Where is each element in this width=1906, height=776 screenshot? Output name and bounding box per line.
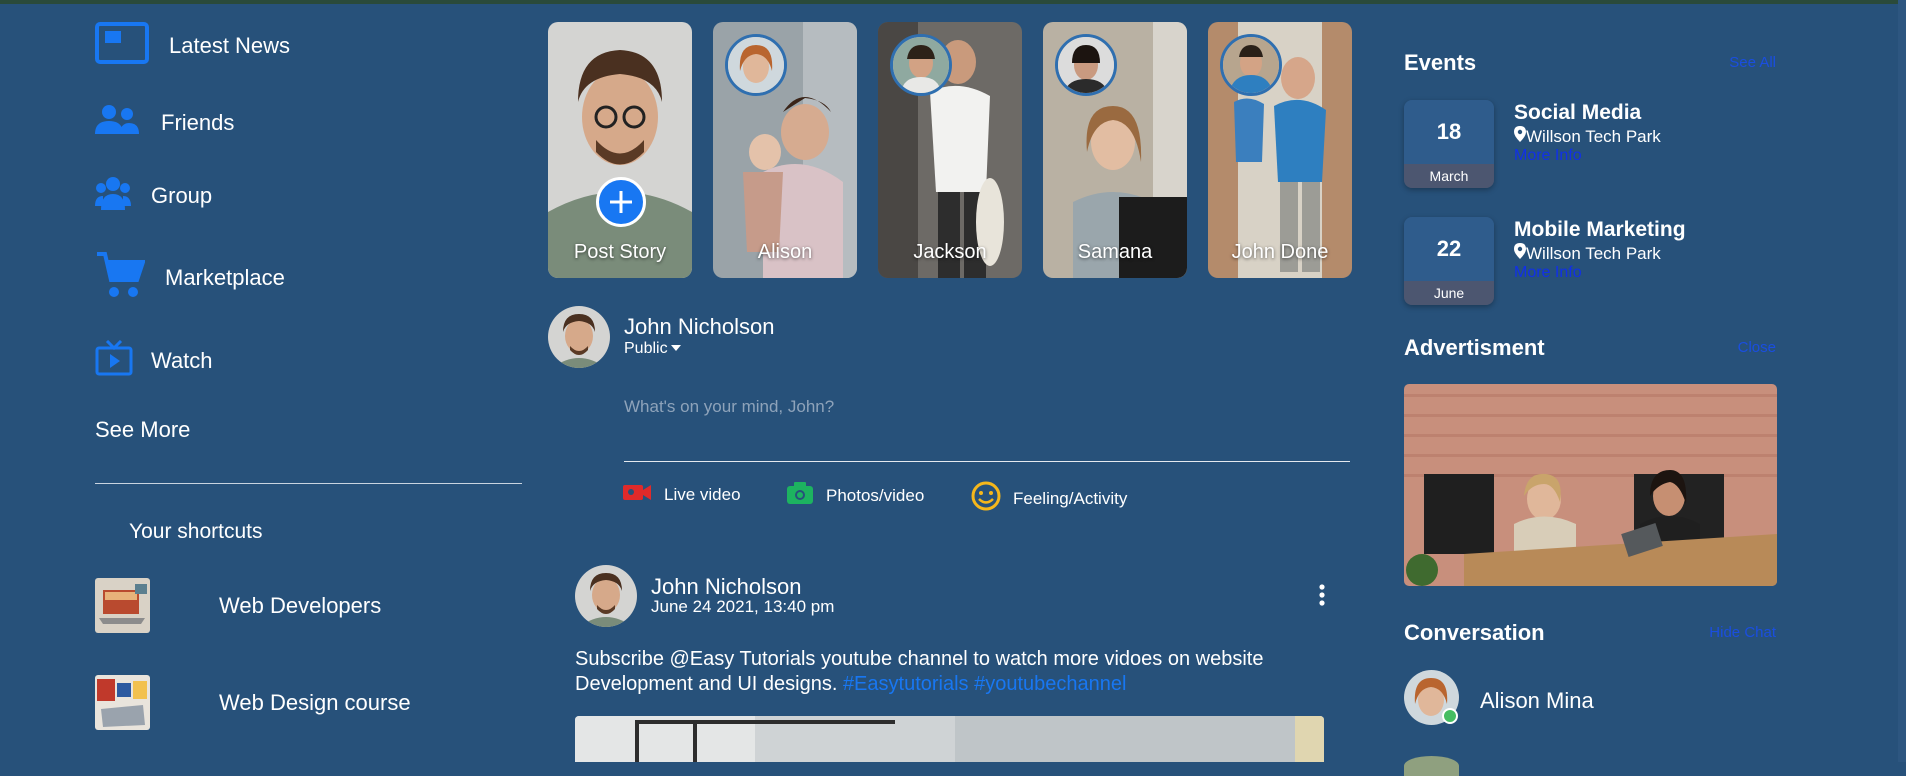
post-input[interactable] [624,392,1350,462]
sidebar-item-label: Group [151,182,213,208]
left-sidebar: Latest News Friends Group Marketplace Wa… [95,0,523,762]
sidebar-item-friends[interactable]: Friends [95,104,234,141]
shortcuts-heading: Your shortcuts [129,520,263,543]
advertisement-image[interactable] [1404,384,1777,586]
shortcut-label: Web Design course [219,689,411,715]
post-date: June 24 2021, 13:40 pm [651,597,835,616]
event-day: 18 [1404,100,1494,164]
story-alison[interactable]: Alison [713,22,857,278]
post-hashtags[interactable]: #Easytutorials #youtubechannel [843,673,1127,695]
story-avatar [1220,34,1282,96]
friends-icon [95,104,139,141]
story-avatar [1055,34,1117,96]
story-name: Alison [757,241,813,263]
story-jackson[interactable]: Jackson [878,22,1022,278]
sidebar-divider [95,483,522,484]
shortcut-thumbnail [95,675,150,730]
story-name: Samana [1077,241,1153,263]
hide-chat-link[interactable]: Hide Chat [1709,624,1776,641]
map-pin-icon [1514,126,1526,147]
smiley-icon [971,481,1001,516]
event-location: Willson Tech Park [1514,243,1661,264]
sidebar-item-watch[interactable]: Watch [95,339,213,381]
action-label: Feeling/Activity [1013,488,1128,508]
add-story-icon[interactable] [596,177,646,227]
story-image [548,22,692,278]
caret-down-icon [670,340,682,358]
conversation-heading: Conversation [1404,620,1545,645]
event-title: Social Media [1514,101,1642,124]
photos-video-button[interactable]: Photos/video [786,481,924,510]
story-samana[interactable]: Samana [1043,22,1187,278]
event-location: Willson Tech Park [1514,126,1661,147]
see-more-link[interactable]: See More [95,417,190,443]
post-body: Subscribe @Easy Tutorials youtube channe… [575,647,1355,697]
action-label: Photos/video [826,485,925,505]
close-ad-link[interactable]: Close [1738,339,1776,356]
contact-name[interactable]: Alison Mina [1480,688,1594,714]
composer-user-name: John Nicholson [624,314,775,339]
events-heading: Events [1404,50,1477,75]
camera-icon [786,481,814,510]
live-video-button[interactable]: Live video [622,481,741,508]
live-video-icon [622,481,652,508]
privacy-selector[interactable]: Public [624,340,682,358]
page-scrollbar[interactable] [1898,0,1906,762]
event-month: June [1404,281,1494,305]
story-name: Jackson [913,241,987,263]
news-icon [95,22,149,69]
story-name: John Done [1231,241,1329,263]
sidebar-item-label: Watch [151,347,213,373]
story-post-story[interactable]: Post Story [548,22,692,278]
sidebar-item-latest-news[interactable]: Latest News [95,22,290,69]
event-title: Mobile Marketing [1514,218,1686,241]
event-more-info-link[interactable]: More Info [1514,147,1582,165]
story-name: Post Story [573,241,667,263]
event-date-badge: 18 March [1404,100,1494,188]
post-image[interactable] [575,716,1324,762]
contact-avatar[interactable] [1404,756,1459,776]
story-john-done[interactable]: John Done [1208,22,1352,278]
online-status-indicator [1442,708,1458,724]
story-avatar [725,34,787,96]
event-month: March [1404,164,1494,188]
event-location-text: Willson Tech Park [1526,126,1661,146]
shortcut-thumbnail [95,578,150,633]
event-more-info-link[interactable]: More Info [1514,264,1582,282]
more-options-icon[interactable] [1312,583,1332,609]
group-icon [95,176,131,215]
cart-icon [95,250,146,305]
action-label: Live video [664,484,741,504]
sidebar-item-group[interactable]: Group [95,176,212,215]
sidebar-item-label: Friends [161,109,235,135]
story-avatar [890,34,952,96]
event-location-text: Willson Tech Park [1526,243,1661,263]
advertisement-heading: Advertisment [1404,335,1545,360]
sidebar-item-label: Marketplace [165,264,285,290]
sidebar-item-label: Latest News [169,32,291,58]
feeling-activity-button[interactable]: Feeling/Activity [971,481,1127,516]
see-all-events-link[interactable]: See All [1729,54,1776,71]
contact-avatar[interactable] [1404,670,1459,725]
event-day: 22 [1404,217,1494,281]
sidebar-item-marketplace[interactable]: Marketplace [95,250,285,305]
watch-icon [95,339,133,381]
shortcut-label: Web Developers [219,592,382,618]
event-date-badge: 22 June [1404,217,1494,305]
shortcut-web-design-course[interactable]: Web Design course [95,675,411,730]
shortcut-web-developers[interactable]: Web Developers [95,578,381,633]
privacy-label: Public [624,340,668,357]
composer-avatar [548,306,610,368]
map-pin-icon [1514,243,1526,264]
post-author-avatar[interactable] [575,565,637,627]
